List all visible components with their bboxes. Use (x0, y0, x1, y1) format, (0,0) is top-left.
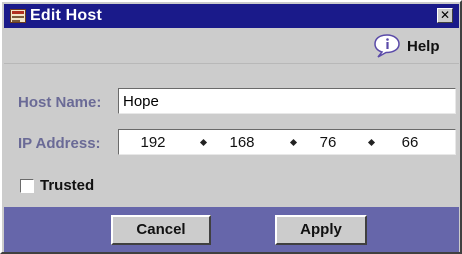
edit-host-dialog: Edit Host ✕ Help Host Name: IP Address: … (0, 0, 462, 254)
close-icon[interactable]: ✕ (437, 8, 453, 23)
ip-octet-3[interactable]: 76 (302, 134, 354, 151)
host-name-label: Host Name: (18, 94, 102, 111)
help-button[interactable]: Help (373, 34, 453, 58)
help-toolbar: Help (4, 28, 459, 64)
button-bar: Cancel Apply (4, 207, 459, 252)
ip-octet-2[interactable]: 168 (216, 134, 268, 151)
ip-separator-dot (289, 138, 298, 147)
info-bubble-icon (374, 34, 400, 58)
ip-separator-dot (199, 138, 208, 147)
trusted-label: Trusted (40, 177, 95, 194)
ip-octet-1[interactable]: 192 (127, 134, 179, 151)
ip-separator-dot (367, 138, 376, 147)
help-label: Help (407, 38, 440, 55)
trusted-checkbox-row[interactable]: Trusted (20, 177, 140, 195)
ip-address-label: IP Address: (18, 135, 101, 152)
window-title: Edit Host (30, 7, 103, 24)
ip-address-field[interactable]: 192 168 76 66 (118, 129, 456, 155)
title-bar[interactable]: Edit Host ✕ (4, 4, 459, 28)
app-icon (10, 9, 26, 23)
ip-octet-4[interactable]: 66 (384, 134, 436, 151)
cancel-button[interactable]: Cancel (111, 215, 211, 245)
apply-button[interactable]: Apply (275, 215, 367, 245)
trusted-checkbox[interactable] (20, 179, 34, 193)
host-name-input[interactable] (118, 88, 456, 114)
